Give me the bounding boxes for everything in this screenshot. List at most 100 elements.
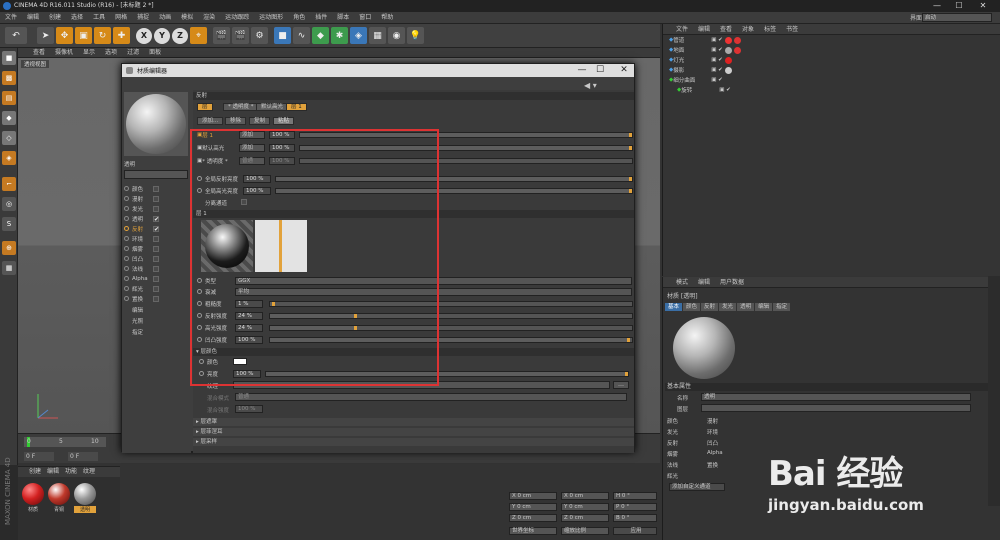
attr-tab-editor[interactable]: 编辑 — [755, 303, 773, 311]
vp-menu-filter[interactable]: 过滤 — [122, 48, 144, 58]
workplane-icon[interactable]: ▤ — [2, 91, 16, 105]
camera-icon[interactable]: ◉ — [388, 27, 405, 44]
transparency-layer-tab[interactable]: * 透明度 * — [223, 103, 259, 111]
layer-sampling-section[interactable]: ▸ 层采样 — [193, 438, 634, 446]
menu-select[interactable]: 选择 — [66, 12, 88, 24]
attr-tab-assign[interactable]: 指定 — [773, 303, 791, 311]
layout-select[interactable]: 启动 — [922, 13, 992, 22]
attr-chan-reflect[interactable]: 反射 — [667, 439, 678, 447]
attr-chan-environment[interactable]: 环境 — [707, 428, 718, 436]
layer-fresnel-section[interactable]: ▸ 层菲涅耳 — [193, 428, 634, 436]
channel-fog[interactable]: 烟雾 — [124, 244, 190, 253]
menu-plugins[interactable]: 插件 — [310, 12, 332, 24]
default-specular-tab[interactable]: 默认高光 — [256, 103, 289, 111]
attr-name-field[interactable]: 透明 — [701, 393, 971, 401]
coord-pos-z[interactable]: Z 0 cm — [509, 514, 557, 522]
material-swatch-transparent[interactable] — [74, 483, 96, 505]
attr-layer-field[interactable] — [701, 404, 971, 412]
vp-menu-options[interactable]: 选项 — [100, 48, 122, 58]
remove-layer-button[interactable]: 移除 — [225, 117, 247, 125]
close-button[interactable]: ✕ — [974, 0, 992, 12]
attr-chan-normal[interactable]: 法线 — [667, 461, 678, 469]
attr-chan-fog[interactable]: 烟雾 — [667, 450, 678, 458]
material-preview[interactable] — [124, 92, 188, 156]
material-tag-icon[interactable] — [724, 56, 732, 64]
material-tag-icon[interactable] — [724, 36, 732, 44]
menu-character[interactable]: 角色 — [288, 12, 310, 24]
timeline-current-field[interactable]: 0 F — [68, 452, 98, 461]
sub-illumination-link[interactable]: 光照 — [132, 317, 143, 325]
attr-tab-color[interactable]: 颜色 — [683, 303, 701, 311]
material-tag-icon[interactable] — [724, 46, 732, 54]
menu-simulate[interactable]: 模拟 — [176, 12, 198, 24]
snap-icon[interactable]: S — [2, 217, 16, 231]
material-tag-icon[interactable] — [733, 46, 741, 54]
array-icon[interactable]: ✱ — [331, 27, 348, 44]
model-mode-icon[interactable]: ■ — [2, 51, 16, 65]
menu-animate[interactable]: 动画 — [154, 12, 176, 24]
coord-pos-y[interactable]: Y 0 cm — [509, 503, 557, 511]
select-arrow-icon[interactable]: ➤ — [37, 27, 54, 44]
x-axis-icon[interactable]: X — [136, 27, 152, 44]
tweak-icon[interactable]: ◎ — [2, 197, 16, 211]
channel-checkbox[interactable] — [153, 295, 159, 302]
coord-apply-button[interactable]: 应用 — [613, 527, 657, 535]
attr-chan-luminance[interactable]: 发光 — [667, 428, 678, 436]
spline-icon[interactable]: ∿ — [293, 27, 310, 44]
add-layer-button[interactable]: 添加... — [197, 117, 224, 125]
workplane-lock-icon[interactable]: ⊕ — [2, 241, 16, 255]
z-axis-icon[interactable]: Z — [172, 27, 188, 44]
channel-checkbox[interactable]: ✔ — [153, 215, 159, 222]
sub-assign-link[interactable]: 指定 — [132, 328, 143, 336]
layer-mask-section[interactable]: ▸ 层遮罩 — [193, 418, 634, 426]
menu-tools[interactable]: 工具 — [88, 12, 110, 24]
attr-tab-reflect[interactable]: 反射 — [701, 303, 719, 311]
sub-editor-link[interactable]: 编辑 — [132, 306, 143, 314]
menu-mesh[interactable]: 网格 — [110, 12, 132, 24]
attr-chan-diffusion[interactable]: 漫射 — [707, 417, 718, 425]
coord-rot-p[interactable]: P 0 ° — [613, 503, 657, 511]
object-row[interactable]: ◆ 地面 ▣ ✔ — [663, 45, 1000, 55]
menu-snap[interactable]: 捕捉 — [132, 12, 154, 24]
paste-layer-button[interactable]: 粘贴 — [273, 117, 295, 125]
polygons-mode-icon[interactable]: ◈ — [2, 151, 16, 165]
channel-alpha[interactable]: Alpha — [124, 274, 190, 283]
coord-mode-select[interactable]: 世界坐标 — [509, 527, 557, 535]
me-minimize-button[interactable]: — — [574, 64, 590, 77]
vp-menu-panel[interactable]: 面板 — [144, 48, 166, 58]
scale-icon[interactable]: ▣ — [75, 27, 92, 44]
channel-luminance[interactable]: 发光 — [124, 204, 190, 213]
axis-mode-icon[interactable]: ⌐ — [2, 177, 16, 191]
layers-tab[interactable]: 层 — [197, 103, 213, 111]
channel-transparency[interactable]: 透明 ✔ — [124, 214, 190, 223]
menu-window[interactable]: 窗口 — [354, 12, 376, 24]
material-name-input[interactable] — [124, 170, 188, 179]
add-custom-channel-button[interactable]: 添加自定义通道 — [669, 483, 725, 491]
coord-rot-h[interactable]: H 0 ° — [613, 492, 657, 500]
object-row[interactable]: ◆ 旋转 ▣ ✔ — [663, 85, 1000, 95]
texture-mode-icon[interactable]: ▩ — [2, 71, 16, 85]
coord-pos-x[interactable]: X 0 cm — [509, 492, 557, 500]
attr-tab-transparency[interactable]: 透明 — [737, 303, 755, 311]
channel-diffusion[interactable]: 漫射 — [124, 194, 190, 203]
channel-environment[interactable]: 环境 — [124, 234, 190, 243]
channel-reflectance[interactable]: 反射 ✔ — [124, 224, 190, 233]
material-tag-icon[interactable] — [733, 36, 741, 44]
blend-strength-value[interactable]: 100 % — [235, 405, 263, 413]
y-axis-icon[interactable]: Y — [154, 27, 170, 44]
object-row[interactable]: ◆ 管道 ▣ ✔ — [663, 35, 1000, 45]
me-close-button[interactable]: ✕ — [616, 64, 632, 77]
channel-checkbox[interactable] — [153, 285, 159, 292]
minimize-button[interactable]: — — [928, 0, 946, 12]
mat-menu-edit[interactable]: 编辑 — [44, 467, 62, 477]
channel-checkbox[interactable] — [153, 195, 159, 202]
obj-menu-edit[interactable]: 编辑 — [693, 24, 715, 35]
mat-menu-function[interactable]: 功能 — [62, 467, 80, 477]
layer1-tab[interactable]: 层 1 — [286, 103, 307, 111]
move-icon[interactable]: ✥ — [56, 27, 73, 44]
vp-menu-view[interactable]: 查看 — [28, 48, 50, 58]
coord-scale-select[interactable]: 缩放比例 — [561, 527, 609, 535]
channel-checkbox[interactable] — [153, 275, 159, 282]
coord-size-z[interactable]: Z 0 cm — [561, 514, 609, 522]
channel-checkbox[interactable] — [153, 185, 159, 192]
